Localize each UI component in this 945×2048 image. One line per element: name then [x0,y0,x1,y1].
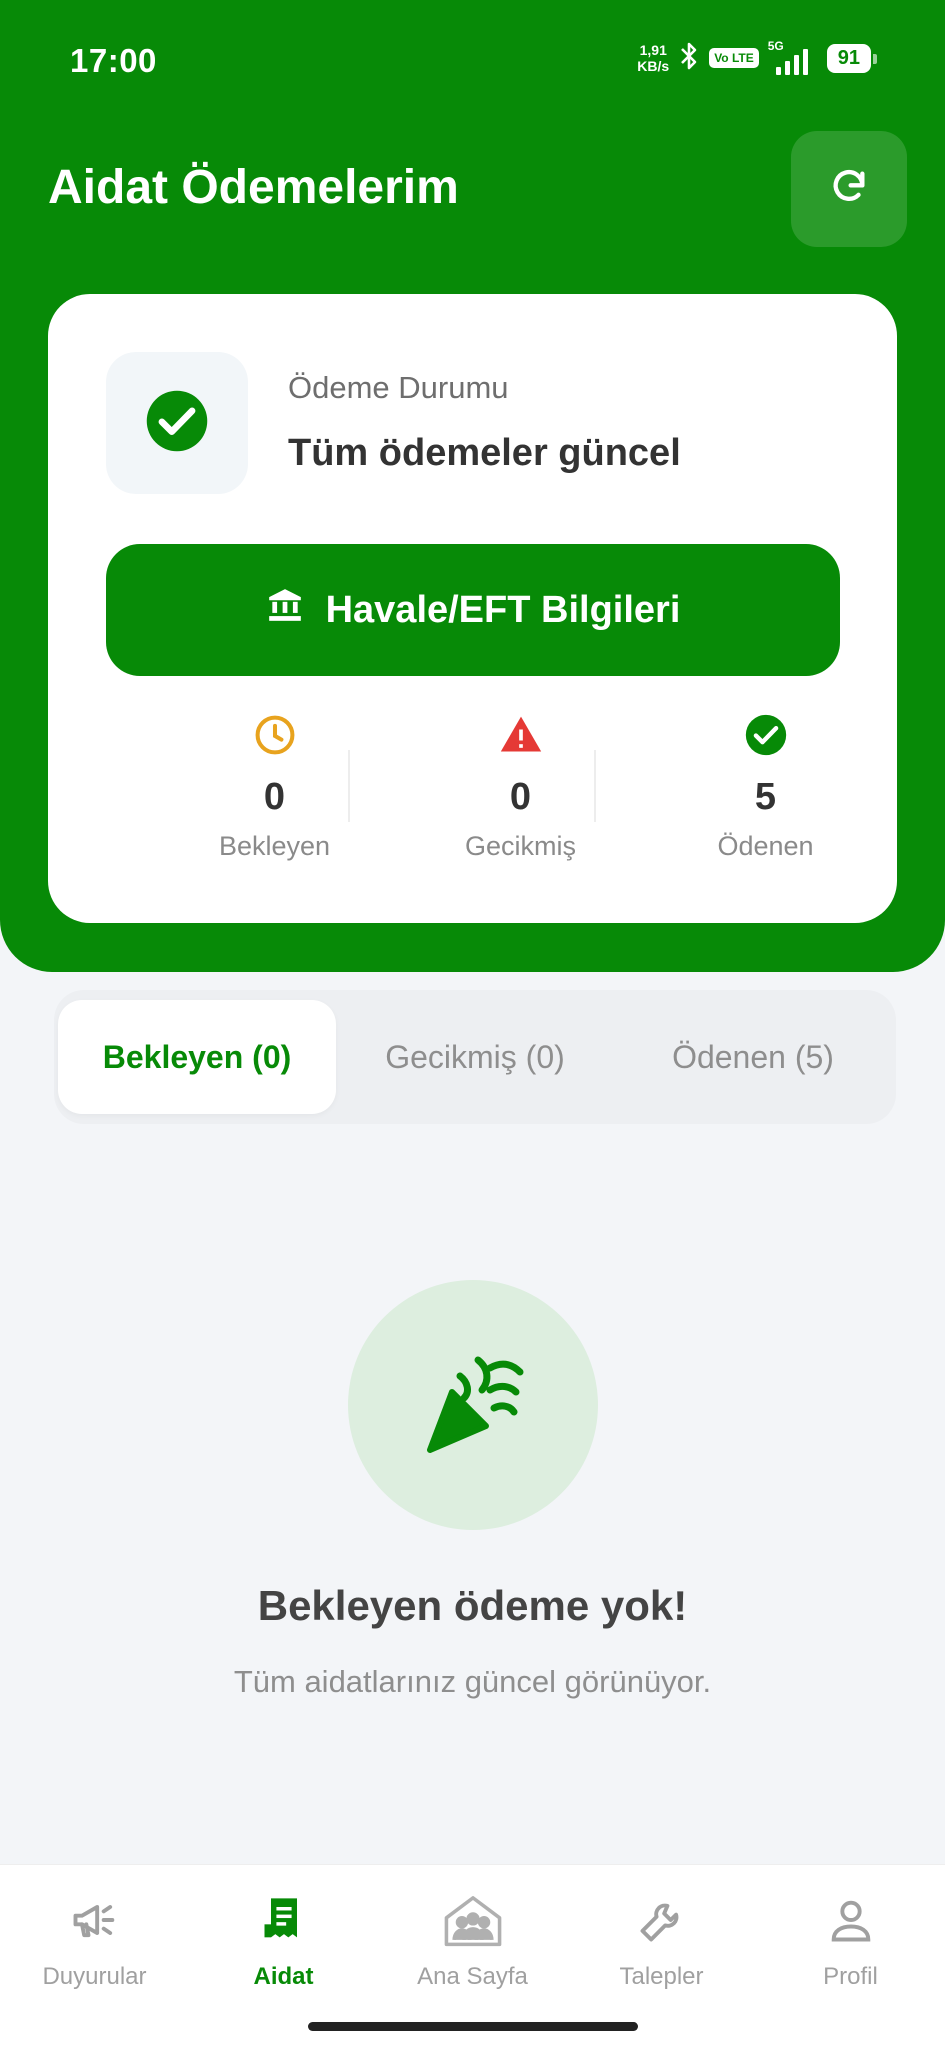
check-circle-icon [144,388,210,459]
stat-pending-label: Bekleyen [218,831,331,861]
home-indicator[interactable] [308,2022,638,2031]
receipt-icon [189,1885,378,1955]
payment-status-card: Ödeme Durumu Tüm ödemeler güncel Havale/… [48,294,897,923]
stat-paid: 5 Ödenen [643,710,888,870]
empty-state-subtitle: Tüm aidatlarınız güncel görünüyor. [233,1664,712,1699]
payment-stats: 0 Bekleyen 0 Gecikmiş 5 Ödenen [48,710,897,870]
page-title: Aidat Ödemelerim [48,161,459,214]
payment-tabs: Bekleyen (0) Gecikmiş (0) Ödenen (5) [54,990,896,1124]
stat-paid-value: 5 [754,776,777,818]
megaphone-icon [0,1885,189,1955]
signal-icon: 5G [768,39,818,75]
refresh-icon [829,167,869,212]
tab-paid[interactable]: Ödenen (5) [614,1000,892,1114]
nav-item-dues[interactable]: Aidat [189,1885,378,2005]
status-icons: 1,91 KB/s Vo LTE 5G 91 [637,38,878,78]
stat-pending-value: 0 [263,776,286,818]
nav-label-announcements: Duyurular [42,1963,147,1990]
bottom-navigation: Duyurular Aidat Ana Sayfa Talepler Profi… [0,1864,945,2048]
stat-overdue-label: Gecikmiş [464,831,576,861]
empty-state-icon-circle [348,1280,598,1530]
stat-divider [594,750,596,822]
battery-icon: 91 [826,43,878,73]
speed-value: 1,91 [639,42,667,58]
stat-divider [348,750,350,822]
stat-overdue-value: 0 [509,776,532,818]
eft-button-label: Havale/EFT Bilgileri [325,588,681,631]
nav-label-home: Ana Sayfa [417,1963,528,1990]
status-icon-box [106,352,248,494]
party-popper-icon [408,1338,538,1473]
clock-icon [152,710,397,760]
wrench-icon [567,1885,756,1955]
nav-label-requests: Talepler [619,1963,704,1990]
payment-status-value: Tüm ödemeler güncel [288,432,681,474]
nav-item-home[interactable]: Ana Sayfa [378,1885,567,2005]
tab-overdue[interactable]: Gecikmiş (0) [336,1000,614,1114]
volte-badge: Vo LTE [709,48,759,68]
stat-paid-label: Ödenen [717,831,814,861]
network-speed: 1,91 KB/s [637,42,669,74]
bank-icon [266,586,304,634]
eft-info-button[interactable]: Havale/EFT Bilgileri [106,544,840,676]
tab-pending[interactable]: Bekleyen (0) [58,1000,336,1114]
stat-pending: 0 Bekleyen [152,710,397,870]
speed-unit: KB/s [637,58,670,74]
nav-item-announcements[interactable]: Duyurular [0,1885,189,2005]
nav-item-profile[interactable]: Profil [756,1885,945,2005]
nav-label-dues: Aidat [253,1963,314,1990]
community-home-icon [378,1885,567,1955]
status-time: 17:00 [70,42,157,79]
check-circle-icon [643,710,888,760]
empty-state-title: Bekleyen ödeme yok! [257,1582,688,1629]
nav-item-requests[interactable]: Talepler [567,1885,756,2005]
status-bar: 17:00 1,91 KB/s Vo LTE 5G 91 [0,0,945,120]
bluetooth-icon [678,40,700,77]
stat-overdue: 0 Gecikmiş [398,710,643,870]
refresh-button[interactable] [791,131,907,247]
warning-icon [398,710,643,760]
nav-label-profile: Profil [823,1963,878,1990]
payment-status-label: Ödeme Durumu [288,370,509,405]
person-icon [756,1885,945,1955]
